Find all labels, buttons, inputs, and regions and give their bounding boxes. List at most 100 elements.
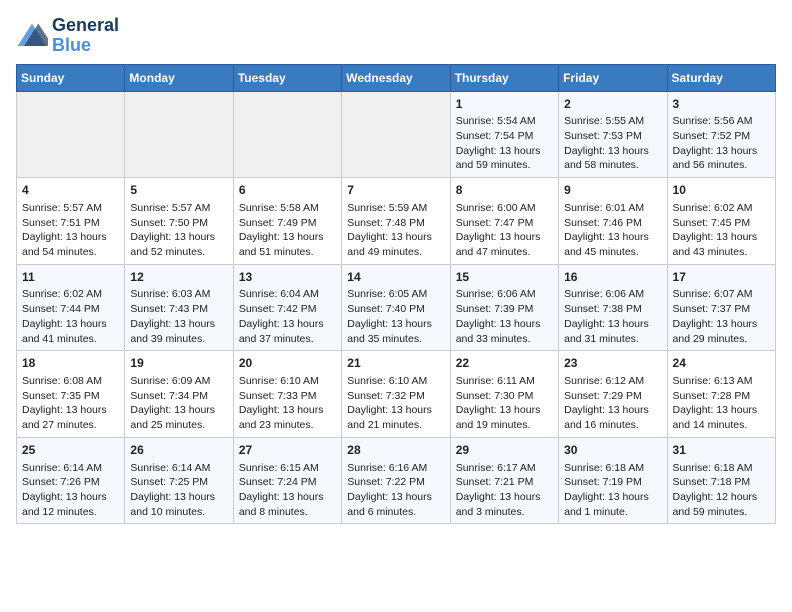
day-info: Sunrise: 5:55 AM Sunset: 7:53 PM Dayligh… [564,114,661,173]
day-info: Sunrise: 6:04 AM Sunset: 7:42 PM Dayligh… [239,287,336,346]
day-number: 4 [22,182,119,199]
day-info: Sunrise: 6:02 AM Sunset: 7:45 PM Dayligh… [673,201,770,260]
weekday-header-cell: Tuesday [233,64,341,91]
day-info: Sunrise: 6:11 AM Sunset: 7:30 PM Dayligh… [456,374,553,433]
day-info: Sunrise: 6:05 AM Sunset: 7:40 PM Dayligh… [347,287,444,346]
day-number: 21 [347,355,444,372]
calendar-cell: 12Sunrise: 6:03 AM Sunset: 7:43 PM Dayli… [125,264,233,351]
weekday-header-cell: Wednesday [342,64,450,91]
weekday-header-row: SundayMondayTuesdayWednesdayThursdayFrid… [17,64,776,91]
calendar-cell: 28 Sunrise: 6:16 AM Sunset: 7:22 PM Dayli… [342,437,450,524]
day-info: Sunrise: 5:57 AM Sunset: 7:50 PM Dayligh… [130,201,227,260]
day-info: Sunrise: 6:02 AM Sunset: 7:44 PM Dayligh… [22,287,119,346]
calendar-header: SundayMondayTuesdayWednesdayThursdayFrid… [17,64,776,91]
calendar-cell: 31Sunrise: 6:18 AM Sunset: 7:18 PM Dayli… [667,437,775,524]
weekday-header-cell: Saturday [667,64,775,91]
day-info: Sunrise: 5:57 AM Sunset: 7:51 PM Dayligh… [22,201,119,260]
day-info: Sunrise: 6:16 AM Sunset: 7:22 PM Dayligh… [347,461,444,520]
day-number: 3 [673,96,770,113]
day-info: Sunrise: 6:00 AM Sunset: 7:47 PM Dayligh… [456,201,553,260]
calendar-cell [342,91,450,178]
day-number: 28 [347,442,444,459]
day-info: Sunrise: 5:58 AM Sunset: 7:49 PM Dayligh… [239,201,336,260]
page-header: General Blue [16,16,776,56]
calendar-cell: 5 Sunrise: 5:57 AM Sunset: 7:50 PM Daylig… [125,178,233,265]
weekday-header-cell: Thursday [450,64,558,91]
calendar-cell: 15Sunrise: 6:06 AM Sunset: 7:39 PM Dayli… [450,264,558,351]
day-number: 14 [347,269,444,286]
day-number: 25 [22,442,119,459]
day-info: Sunrise: 6:09 AM Sunset: 7:34 PM Dayligh… [130,374,227,433]
day-info: Sunrise: 6:07 AM Sunset: 7:37 PM Dayligh… [673,287,770,346]
day-info: Sunrise: 5:59 AM Sunset: 7:48 PM Dayligh… [347,201,444,260]
calendar-cell: 1Sunrise: 5:54 AM Sunset: 7:54 PM Daylig… [450,91,558,178]
calendar-cell: 26Sunrise: 6:14 AM Sunset: 7:25 PM Dayli… [125,437,233,524]
weekday-header-cell: Sunday [17,64,125,91]
calendar-cell: 14Sunrise: 6:05 AM Sunset: 7:40 PM Dayli… [342,264,450,351]
logo: General Blue [16,16,119,56]
day-number: 7 [347,182,444,199]
calendar-cell: 18Sunrise: 6:08 AM Sunset: 7:35 PM Dayli… [17,351,125,438]
calendar-cell: 22 Sunrise: 6:11 AM Sunset: 7:30 PM Dayli… [450,351,558,438]
day-info: Sunrise: 6:12 AM Sunset: 7:29 PM Dayligh… [564,374,661,433]
calendar-cell: 19 Sunrise: 6:09 AM Sunset: 7:34 PM Dayli… [125,351,233,438]
day-info: Sunrise: 6:17 AM Sunset: 7:21 PM Dayligh… [456,461,553,520]
day-info: Sunrise: 6:03 AM Sunset: 7:43 PM Dayligh… [130,287,227,346]
day-number: 29 [456,442,553,459]
calendar-cell: 11Sunrise: 6:02 AM Sunset: 7:44 PM Dayli… [17,264,125,351]
day-number: 19 [130,355,227,372]
logo-icon [16,22,48,50]
day-number: 17 [673,269,770,286]
calendar-cell: 13Sunrise: 6:04 AM Sunset: 7:42 PM Dayli… [233,264,341,351]
day-info: Sunrise: 6:15 AM Sunset: 7:24 PM Dayligh… [239,461,336,520]
calendar-cell: 21 Sunrise: 6:10 AM Sunset: 7:32 PM Dayli… [342,351,450,438]
calendar-cell: 25 Sunrise: 6:14 AM Sunset: 7:26 PM Dayli… [17,437,125,524]
calendar-cell [125,91,233,178]
calendar-cell: 10Sunrise: 6:02 AM Sunset: 7:45 PM Dayli… [667,178,775,265]
day-number: 2 [564,96,661,113]
day-info: Sunrise: 5:54 AM Sunset: 7:54 PM Dayligh… [456,114,553,173]
logo-text: General Blue [52,16,119,56]
day-number: 27 [239,442,336,459]
day-number: 31 [673,442,770,459]
day-info: Sunrise: 6:06 AM Sunset: 7:39 PM Dayligh… [456,287,553,346]
calendar-week-row: 4 Sunrise: 5:57 AM Sunset: 7:51 PM Daylig… [17,178,776,265]
day-number: 6 [239,182,336,199]
day-number: 26 [130,442,227,459]
calendar-cell: 30Sunrise: 6:18 AM Sunset: 7:19 PM Dayli… [559,437,667,524]
day-number: 15 [456,269,553,286]
calendar-cell [17,91,125,178]
calendar-cell: 8 Sunrise: 6:00 AM Sunset: 7:47 PM Daylig… [450,178,558,265]
day-info: Sunrise: 6:01 AM Sunset: 7:46 PM Dayligh… [564,201,661,260]
calendar-week-row: 18Sunrise: 6:08 AM Sunset: 7:35 PM Dayli… [17,351,776,438]
calendar-table: SundayMondayTuesdayWednesdayThursdayFrid… [16,64,776,525]
calendar-cell: 7 Sunrise: 5:59 AM Sunset: 7:48 PM Daylig… [342,178,450,265]
day-number: 11 [22,269,119,286]
calendar-cell: 16Sunrise: 6:06 AM Sunset: 7:38 PM Dayli… [559,264,667,351]
calendar-cell: 17Sunrise: 6:07 AM Sunset: 7:37 PM Dayli… [667,264,775,351]
day-number: 20 [239,355,336,372]
calendar-cell: 9Sunrise: 6:01 AM Sunset: 7:46 PM Daylig… [559,178,667,265]
day-info: Sunrise: 6:10 AM Sunset: 7:33 PM Dayligh… [239,374,336,433]
calendar-cell: 2Sunrise: 5:55 AM Sunset: 7:53 PM Daylig… [559,91,667,178]
day-info: Sunrise: 6:13 AM Sunset: 7:28 PM Dayligh… [673,374,770,433]
calendar-cell: 3Sunrise: 5:56 AM Sunset: 7:52 PM Daylig… [667,91,775,178]
day-number: 23 [564,355,661,372]
day-info: Sunrise: 6:10 AM Sunset: 7:32 PM Dayligh… [347,374,444,433]
day-info: Sunrise: 6:18 AM Sunset: 7:19 PM Dayligh… [564,461,661,520]
day-number: 8 [456,182,553,199]
calendar-cell: 29 Sunrise: 6:17 AM Sunset: 7:21 PM Dayli… [450,437,558,524]
weekday-header-cell: Friday [559,64,667,91]
calendar-week-row: 1Sunrise: 5:54 AM Sunset: 7:54 PM Daylig… [17,91,776,178]
calendar-body: 1Sunrise: 5:54 AM Sunset: 7:54 PM Daylig… [17,91,776,524]
day-number: 5 [130,182,227,199]
day-number: 16 [564,269,661,286]
day-info: Sunrise: 6:14 AM Sunset: 7:26 PM Dayligh… [22,461,119,520]
day-number: 13 [239,269,336,286]
weekday-header-cell: Monday [125,64,233,91]
calendar-cell: 27 Sunrise: 6:15 AM Sunset: 7:24 PM Dayli… [233,437,341,524]
day-number: 18 [22,355,119,372]
day-number: 12 [130,269,227,286]
day-number: 22 [456,355,553,372]
calendar-week-row: 11Sunrise: 6:02 AM Sunset: 7:44 PM Dayli… [17,264,776,351]
